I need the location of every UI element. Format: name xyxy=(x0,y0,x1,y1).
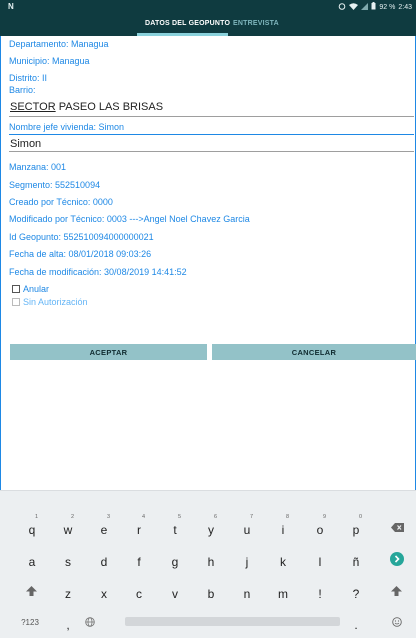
key-x[interactable]: x xyxy=(89,576,119,606)
keyboard-row-4: ?123 , . xyxy=(0,607,416,637)
departamento-label: Departamento: Managua xyxy=(9,39,109,49)
nombre-jefe-label: Nombre jefe vivienda: Simon xyxy=(9,122,125,132)
shift-right-icon[interactable] xyxy=(382,576,412,606)
sector-word: SECTOR xyxy=(10,101,56,113)
distrito-label: Distrito: II xyxy=(9,73,48,83)
battery-icon xyxy=(371,2,376,12)
key-w[interactable]: 2w xyxy=(53,512,83,542)
notification-icon: N xyxy=(8,2,14,11)
battery-percent: 92 % xyxy=(379,3,396,11)
keyboard-row-2: a s d f g h j k l ñ xyxy=(0,544,416,574)
status-icons: 92 % 2:43 xyxy=(338,2,412,12)
key-b[interactable]: b xyxy=(196,576,226,606)
key-p[interactable]: 0p xyxy=(341,512,371,542)
key-n[interactable]: n xyxy=(232,576,262,606)
key-g[interactable]: g xyxy=(160,544,190,574)
key-question[interactable]: ? xyxy=(341,576,371,606)
cancelar-button[interactable]: CANCELAR xyxy=(212,344,416,360)
manzana-label: Manzana: 001 xyxy=(9,162,67,172)
anular-label: Anular xyxy=(23,284,50,294)
key-o[interactable]: 9o xyxy=(305,512,335,542)
key-i[interactable]: 8i xyxy=(268,512,298,542)
key-q[interactable]: 1q xyxy=(17,512,47,542)
key-period[interactable]: . xyxy=(341,607,371,637)
anular-checkbox-row[interactable]: Anular xyxy=(12,284,49,294)
space-bar[interactable] xyxy=(125,617,340,626)
geopunto-form: Departamento: Managua Municipio: Managua… xyxy=(0,36,416,490)
sector-name: PASEO LAS BRISAS xyxy=(55,101,164,113)
key-f[interactable]: f xyxy=(124,544,154,574)
status-bar: N 92 % 2:43 xyxy=(0,0,416,14)
key-s[interactable]: s xyxy=(53,544,83,574)
key-exclamation[interactable]: ! xyxy=(305,576,335,606)
clock: 2:43 xyxy=(398,3,412,11)
key-u[interactable]: 7u xyxy=(232,512,262,542)
key-l[interactable]: l xyxy=(305,544,335,574)
key-d[interactable]: d xyxy=(89,544,119,574)
anular-checkbox[interactable] xyxy=(12,285,20,293)
key-h[interactable]: h xyxy=(196,544,226,574)
enter-icon[interactable] xyxy=(382,544,412,574)
creado-label: Creado por Técnico: 0000 xyxy=(9,197,113,207)
key-a[interactable]: a xyxy=(17,544,47,574)
fecha-alta-label: Fecha de alta: 08/01/2018 09:03:26 xyxy=(9,249,152,259)
key-c[interactable]: c xyxy=(124,576,154,606)
key-r[interactable]: 4r xyxy=(124,512,154,542)
key-t[interactable]: 5t xyxy=(160,512,190,542)
sin-autorizacion-checkbox xyxy=(12,298,20,306)
backspace-icon[interactable] xyxy=(382,512,412,542)
keyboard-row-3: z x c v b n m ! ? xyxy=(0,576,416,606)
fecha-modificacion-label: Fecha de modificación: 30/08/2019 14:41:… xyxy=(9,267,187,277)
sector-field[interactable]: SECTOR PASEO LAS BRISAS xyxy=(9,99,414,117)
keyboard-row-1: 1q 2w 3e 4r 5t 6y 7u 8i 9o 0p xyxy=(0,512,416,542)
soft-keyboard: 1q 2w 3e 4r 5t 6y 7u 8i 9o 0p a s d f g … xyxy=(0,490,416,638)
nombre-jefe-field[interactable]: Simon xyxy=(9,134,414,152)
nombre-jefe-value: Simon xyxy=(10,138,42,150)
municipio-label: Municipio: Managua xyxy=(9,56,90,66)
segmento-label: Segmento: 552510094 xyxy=(9,180,101,190)
key-z[interactable]: z xyxy=(53,576,83,606)
wifi-icon xyxy=(349,2,359,12)
symbols-key[interactable]: ?123 xyxy=(10,607,50,637)
key-j[interactable]: j xyxy=(232,544,262,574)
tab-datos-geopunto[interactable]: DATOS DEL GEOPUNTO xyxy=(145,20,230,27)
tab-entrevista[interactable]: ENTREVISTA xyxy=(233,20,279,27)
key-y[interactable]: 6y xyxy=(196,512,226,542)
shift-icon[interactable] xyxy=(17,576,47,606)
vibrate-icon xyxy=(338,2,346,12)
key-e[interactable]: 3e xyxy=(89,512,119,542)
id-geopunto-label: Id Geopunto: 552510094000000021 xyxy=(9,232,154,242)
globe-icon[interactable] xyxy=(75,607,105,637)
signal-icon xyxy=(361,2,369,12)
sin-autorizacion-checkbox-row: Sin Autorización xyxy=(12,297,88,307)
key-m[interactable]: m xyxy=(268,576,298,606)
key-k[interactable]: k xyxy=(268,544,298,574)
sin-autorizacion-label: Sin Autorización xyxy=(23,297,88,307)
aceptar-button[interactable]: ACEPTAR xyxy=(10,344,207,360)
key-v[interactable]: v xyxy=(160,576,190,606)
emoji-icon[interactable] xyxy=(382,607,412,637)
barrio-label: Barrio: xyxy=(9,85,36,95)
modificado-label: Modificado por Técnico: 0003 --->Angel N… xyxy=(9,214,250,224)
key-n-tilde[interactable]: ñ xyxy=(341,544,371,574)
